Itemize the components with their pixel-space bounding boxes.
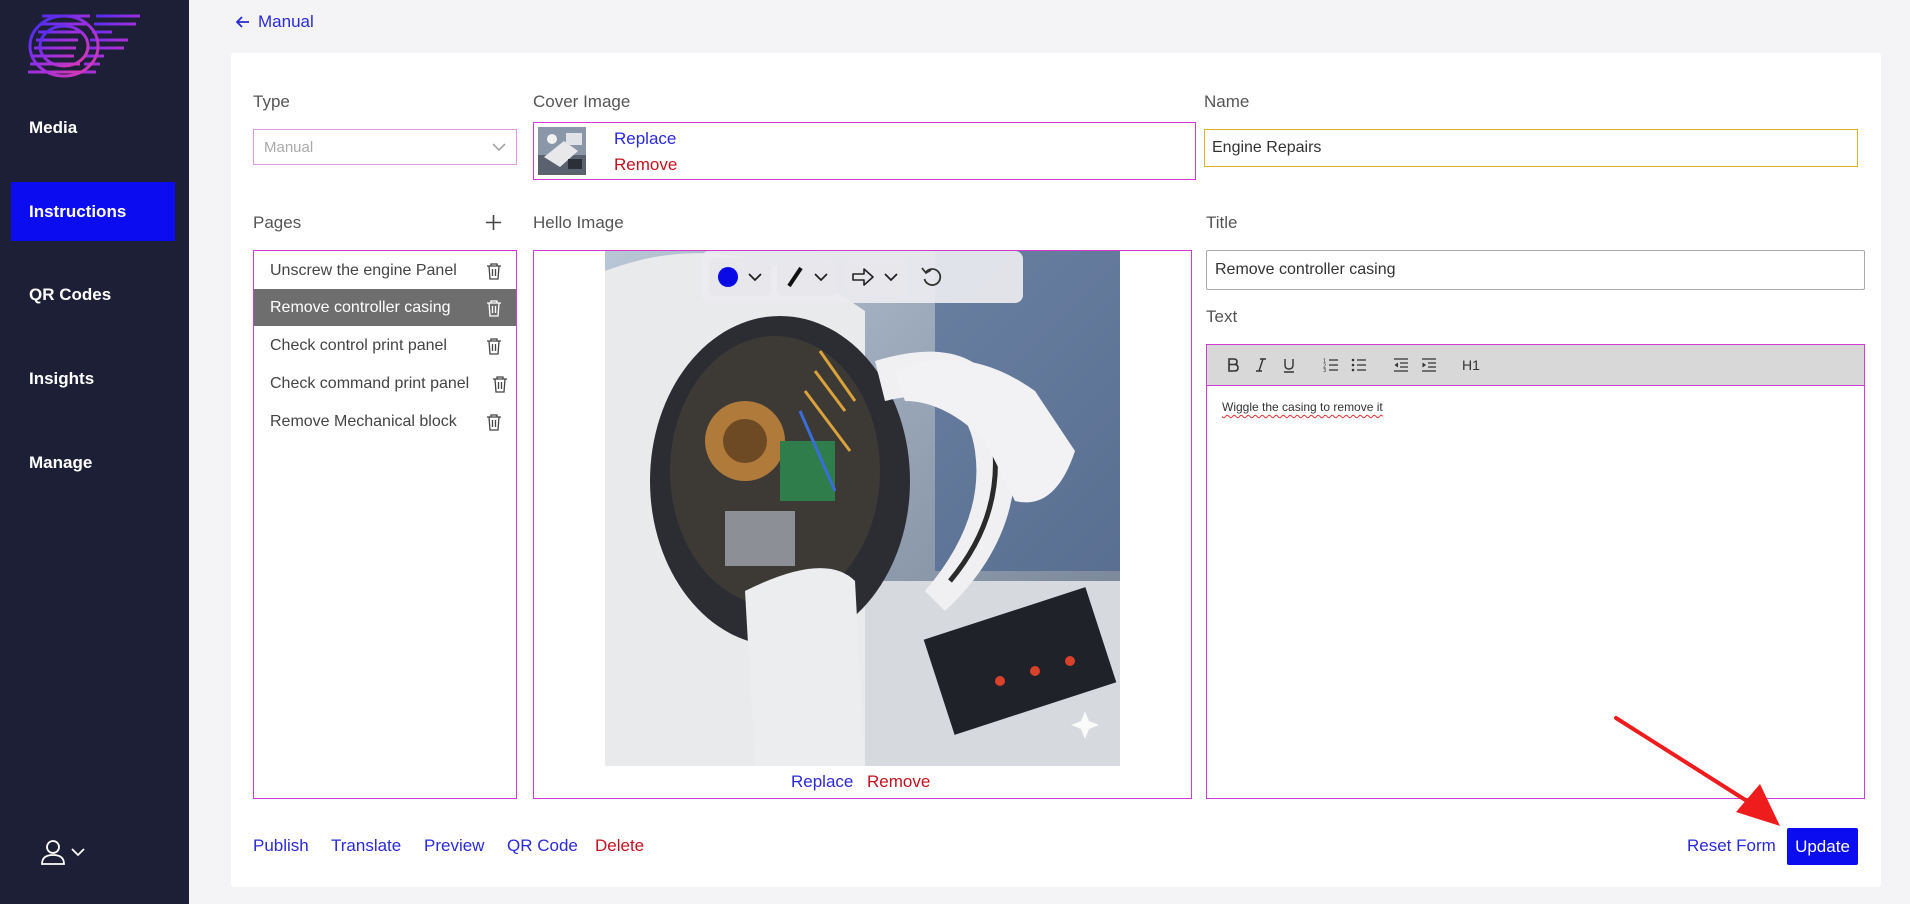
sidebar-item-media[interactable]: Media <box>29 118 77 138</box>
page-item[interactable]: Unscrew the engine Panel <box>254 252 516 289</box>
delete-link[interactable]: Delete <box>595 836 644 856</box>
outdent-icon <box>1394 358 1408 372</box>
reset-form-link[interactable]: Reset Form <box>1687 836 1776 856</box>
trash-icon[interactable] <box>486 299 502 317</box>
page-item-label: Check command print panel <box>270 374 470 392</box>
sidebar-item-instructions[interactable]: Instructions <box>29 202 126 222</box>
bullet-list-icon <box>1351 358 1366 372</box>
page-item[interactable]: Remove Mechanical block <box>254 403 516 440</box>
sidebar-item-insights[interactable]: Insights <box>29 369 94 389</box>
type-select-value: Manual <box>264 138 314 156</box>
hello-replace-link[interactable]: Replace <box>791 772 853 792</box>
line-width-picker[interactable] <box>777 258 837 296</box>
cover-image-label: Cover Image <box>533 92 631 111</box>
title-input[interactable]: Remove controller casing <box>1206 250 1865 290</box>
update-button[interactable]: Update <box>1787 828 1858 865</box>
annotation-toolbar <box>701 251 1023 303</box>
page-item-label: Remove controller casing <box>270 298 451 316</box>
ef-logo <box>28 14 140 78</box>
sidebar-item-manage[interactable]: Manage <box>29 453 92 473</box>
title-label: Title <box>1206 213 1238 232</box>
line-width-icon <box>787 266 803 288</box>
chevron-down-icon <box>492 143 506 151</box>
hello-image-field: Replace Remove <box>533 250 1192 799</box>
cover-image-thumbnail <box>538 127 586 175</box>
page-item-label: Unscrew the engine Panel <box>270 261 457 279</box>
editor-content[interactable]: Wiggle the casing to remove it <box>1222 400 1383 414</box>
trash-icon[interactable] <box>492 375 508 393</box>
italic-button[interactable] <box>1247 351 1275 379</box>
page-item[interactable]: Check control print panel <box>254 327 516 364</box>
heading-button[interactable]: H1 <box>1457 351 1485 379</box>
qr-code-link[interactable]: QR Code <box>507 836 578 856</box>
cover-remove-link[interactable]: Remove <box>614 155 677 175</box>
trash-icon[interactable] <box>486 262 502 280</box>
publish-link[interactable]: Publish <box>253 836 309 856</box>
preview-link[interactable]: Preview <box>424 836 484 856</box>
pages-label: Pages <box>253 213 302 232</box>
indent-button[interactable] <box>1415 351 1443 379</box>
outdent-button[interactable] <box>1387 351 1415 379</box>
chevron-down-icon <box>814 273 828 282</box>
hello-remove-link[interactable]: Remove <box>867 772 930 792</box>
cover-image-field: Replace Remove <box>533 122 1196 180</box>
italic-icon <box>1256 358 1266 372</box>
chevron-down-icon <box>884 273 898 282</box>
trash-icon[interactable] <box>486 337 502 355</box>
underline-button[interactable] <box>1275 351 1303 379</box>
page-item-label: Check control print panel <box>270 336 447 354</box>
hello-image-label: Hello Image <box>533 213 624 232</box>
color-swatch-icon <box>718 267 738 287</box>
editor-toolbar: 123 H1 <box>1207 345 1864 386</box>
user-menu[interactable] <box>40 836 96 868</box>
page-item-label: Remove Mechanical block <box>270 412 457 430</box>
translate-link[interactable]: Translate <box>331 836 401 856</box>
svg-text:3: 3 <box>1323 368 1326 372</box>
back-link-label: Manual <box>258 12 314 31</box>
ordered-list-button[interactable]: 123 <box>1317 351 1345 379</box>
text-label: Text <box>1206 307 1238 326</box>
chevron-down-icon <box>748 273 762 282</box>
type-label: Type <box>253 92 290 111</box>
type-select[interactable]: Manual <box>253 129 517 165</box>
arrow-left-icon <box>236 16 249 28</box>
pointer-arrow-annotation <box>1614 716 1780 826</box>
sidebar: Media Instructions QR Codes Insights Man… <box>0 0 189 904</box>
arrow-shape-icon <box>852 268 874 286</box>
add-page-icon[interactable] <box>485 214 502 231</box>
sidebar-item-qr-codes[interactable]: QR Codes <box>29 285 111 305</box>
name-input[interactable]: Engine Repairs <box>1204 129 1858 167</box>
page-item[interactable]: Remove controller casing <box>254 289 516 326</box>
underline-icon <box>1284 358 1294 373</box>
ordered-list-icon: 123 <box>1323 359 1338 372</box>
user-icon <box>41 840 65 865</box>
back-link[interactable]: Manual <box>236 12 314 32</box>
color-picker[interactable] <box>709 258 771 296</box>
bullet-list-button[interactable] <box>1345 351 1373 379</box>
bold-button[interactable] <box>1219 351 1247 379</box>
cover-replace-link[interactable]: Replace <box>614 129 676 149</box>
shape-picker[interactable] <box>843 258 907 296</box>
name-label: Name <box>1204 92 1250 111</box>
undo-icon[interactable] <box>919 264 945 290</box>
pages-list: Unscrew the engine Panel Remove controll… <box>253 250 517 799</box>
page-item[interactable]: Check command print panel <box>254 365 516 402</box>
trash-icon[interactable] <box>486 413 502 431</box>
indent-icon <box>1422 358 1436 372</box>
chevron-down-icon <box>71 848 85 857</box>
hello-image-canvas[interactable] <box>605 251 1120 766</box>
bold-icon <box>1228 358 1239 372</box>
